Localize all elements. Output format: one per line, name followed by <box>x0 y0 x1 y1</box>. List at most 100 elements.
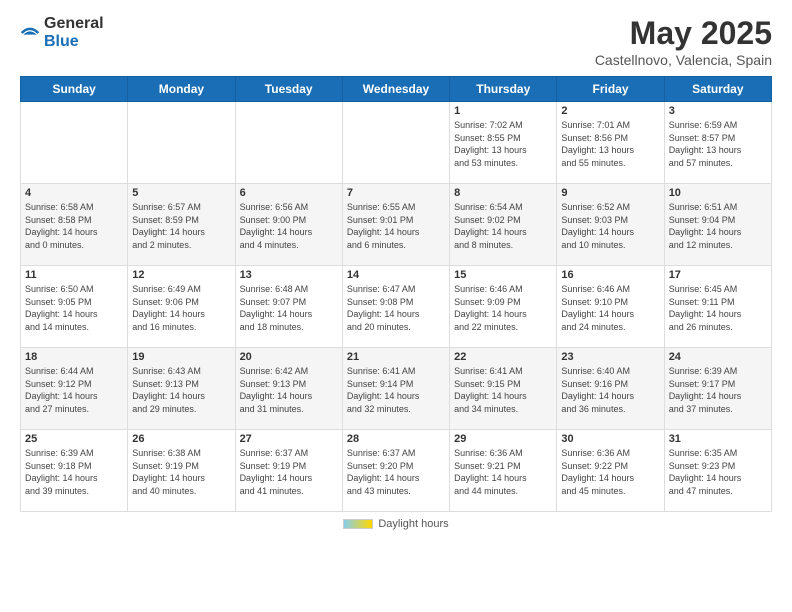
day-info: Sunrise: 6:58 AM Sunset: 8:58 PM Dayligh… <box>25 201 123 251</box>
day-number: 23 <box>561 351 659 363</box>
day-number: 5 <box>132 187 230 199</box>
calendar-week-5: 25 Sunrise: 6:39 AM Sunset: 9:18 PM Dayli… <box>21 430 772 512</box>
calendar-cell: 17 Sunrise: 6:45 AM Sunset: 9:11 PM Dayli… <box>664 266 771 348</box>
day-info: Sunrise: 6:57 AM Sunset: 8:59 PM Dayligh… <box>132 201 230 251</box>
calendar-cell: 2 Sunrise: 7:01 AM Sunset: 8:56 PM Daylig… <box>557 102 664 184</box>
day-number: 25 <box>25 433 123 445</box>
day-info: Sunrise: 6:44 AM Sunset: 9:12 PM Dayligh… <box>25 365 123 415</box>
calendar-cell: 3 Sunrise: 6:59 AM Sunset: 8:57 PM Daylig… <box>664 102 771 184</box>
calendar: SundayMondayTuesdayWednesdayThursdayFrid… <box>20 76 772 512</box>
calendar-cell: 12Sunrise: 6:49 AM Sunset: 9:06 PM Dayli… <box>128 266 235 348</box>
day-number: 27 <box>240 433 338 445</box>
day-number: 4 <box>25 187 123 199</box>
day-number: 14 <box>347 269 445 281</box>
day-number: 31 <box>669 433 767 445</box>
day-number: 19 <box>132 351 230 363</box>
day-number: 3 <box>669 105 767 117</box>
day-number: 1 <box>454 105 552 117</box>
calendar-cell: 27Sunrise: 6:37 AM Sunset: 9:19 PM Dayli… <box>235 430 342 512</box>
day-info: Sunrise: 6:46 AM Sunset: 9:10 PM Dayligh… <box>561 283 659 333</box>
day-info: Sunrise: 6:41 AM Sunset: 9:14 PM Dayligh… <box>347 365 445 415</box>
location: Castellnovo, Valencia, Spain <box>595 52 772 68</box>
calendar-cell: 20Sunrise: 6:42 AM Sunset: 9:13 PM Dayli… <box>235 348 342 430</box>
daylight-label: Daylight hours <box>378 518 448 530</box>
day-info: Sunrise: 6:43 AM Sunset: 9:13 PM Dayligh… <box>132 365 230 415</box>
day-number: 30 <box>561 433 659 445</box>
day-header-friday: Friday <box>557 77 664 102</box>
day-number: 8 <box>454 187 552 199</box>
calendar-header-row: SundayMondayTuesdayWednesdayThursdayFrid… <box>21 77 772 102</box>
day-info: Sunrise: 6:42 AM Sunset: 9:13 PM Dayligh… <box>240 365 338 415</box>
calendar-cell: 25 Sunrise: 6:39 AM Sunset: 9:18 PM Dayli… <box>21 430 128 512</box>
day-info: Sunrise: 6:40 AM Sunset: 9:16 PM Dayligh… <box>561 365 659 415</box>
calendar-cell: 21 Sunrise: 6:41 AM Sunset: 9:14 PM Dayli… <box>342 348 449 430</box>
calendar-cell: 22Sunrise: 6:41 AM Sunset: 9:15 PM Dayli… <box>450 348 557 430</box>
legend-box <box>343 519 373 529</box>
day-info: Sunrise: 7:01 AM Sunset: 8:56 PM Dayligh… <box>561 119 659 169</box>
day-number: 17 <box>669 269 767 281</box>
header: General Blue May 2025 Castellnovo, Valen… <box>20 15 772 68</box>
calendar-cell: 1 Sunrise: 7:02 AM Sunset: 8:55 PM Daylig… <box>450 102 557 184</box>
calendar-week-1: 1 Sunrise: 7:02 AM Sunset: 8:55 PM Daylig… <box>21 102 772 184</box>
day-info: Sunrise: 6:48 AM Sunset: 9:07 PM Dayligh… <box>240 283 338 333</box>
day-header-saturday: Saturday <box>664 77 771 102</box>
day-header-sunday: Sunday <box>21 77 128 102</box>
day-header-monday: Monday <box>128 77 235 102</box>
day-number: 9 <box>561 187 659 199</box>
calendar-cell: 15 Sunrise: 6:46 AM Sunset: 9:09 PM Dayli… <box>450 266 557 348</box>
calendar-week-3: 11Sunrise: 6:50 AM Sunset: 9:05 PM Dayli… <box>21 266 772 348</box>
calendar-cell <box>342 102 449 184</box>
day-info: Sunrise: 7:02 AM Sunset: 8:55 PM Dayligh… <box>454 119 552 169</box>
day-info: Sunrise: 6:37 AM Sunset: 9:20 PM Dayligh… <box>347 447 445 497</box>
day-number: 22 <box>454 351 552 363</box>
calendar-cell: 29Sunrise: 6:36 AM Sunset: 9:21 PM Dayli… <box>450 430 557 512</box>
calendar-cell: 26 Sunrise: 6:38 AM Sunset: 9:19 PM Dayli… <box>128 430 235 512</box>
day-number: 7 <box>347 187 445 199</box>
day-info: Sunrise: 6:39 AM Sunset: 9:18 PM Dayligh… <box>25 447 123 497</box>
calendar-cell: 24Sunrise: 6:39 AM Sunset: 9:17 PM Dayli… <box>664 348 771 430</box>
calendar-cell: 19 Sunrise: 6:43 AM Sunset: 9:13 PM Dayli… <box>128 348 235 430</box>
day-info: Sunrise: 6:35 AM Sunset: 9:23 PM Dayligh… <box>669 447 767 497</box>
day-info: Sunrise: 6:55 AM Sunset: 9:01 PM Dayligh… <box>347 201 445 251</box>
day-info: Sunrise: 6:46 AM Sunset: 9:09 PM Dayligh… <box>454 283 552 333</box>
day-number: 24 <box>669 351 767 363</box>
day-number: 21 <box>347 351 445 363</box>
logo-icon <box>20 23 40 43</box>
day-number: 13 <box>240 269 338 281</box>
calendar-cell: 8 Sunrise: 6:54 AM Sunset: 9:02 PM Daylig… <box>450 184 557 266</box>
calendar-cell: 23 Sunrise: 6:40 AM Sunset: 9:16 PM Dayli… <box>557 348 664 430</box>
calendar-week-2: 4 Sunrise: 6:58 AM Sunset: 8:58 PM Daylig… <box>21 184 772 266</box>
month-title: May 2025 <box>595 15 772 52</box>
calendar-cell <box>128 102 235 184</box>
title-block: May 2025 Castellnovo, Valencia, Spain <box>595 15 772 68</box>
footer: Daylight hours <box>20 518 772 530</box>
calendar-cell: 5 Sunrise: 6:57 AM Sunset: 8:59 PM Daylig… <box>128 184 235 266</box>
day-info: Sunrise: 6:47 AM Sunset: 9:08 PM Dayligh… <box>347 283 445 333</box>
calendar-cell: 10 Sunrise: 6:51 AM Sunset: 9:04 PM Dayli… <box>664 184 771 266</box>
calendar-week-4: 18Sunrise: 6:44 AM Sunset: 9:12 PM Dayli… <box>21 348 772 430</box>
day-header-wednesday: Wednesday <box>342 77 449 102</box>
calendar-cell: 13 Sunrise: 6:48 AM Sunset: 9:07 PM Dayli… <box>235 266 342 348</box>
calendar-cell: 16Sunrise: 6:46 AM Sunset: 9:10 PM Dayli… <box>557 266 664 348</box>
day-info: Sunrise: 6:49 AM Sunset: 9:06 PM Dayligh… <box>132 283 230 333</box>
day-info: Sunrise: 6:54 AM Sunset: 9:02 PM Dayligh… <box>454 201 552 251</box>
calendar-cell: 9 Sunrise: 6:52 AM Sunset: 9:03 PM Daylig… <box>557 184 664 266</box>
day-info: Sunrise: 6:38 AM Sunset: 9:19 PM Dayligh… <box>132 447 230 497</box>
day-number: 10 <box>669 187 767 199</box>
calendar-cell: 28 Sunrise: 6:37 AM Sunset: 9:20 PM Dayli… <box>342 430 449 512</box>
calendar-cell: 6 Sunrise: 6:56 AM Sunset: 9:00 PM Daylig… <box>235 184 342 266</box>
logo: General Blue <box>20 15 104 50</box>
day-number: 6 <box>240 187 338 199</box>
day-info: Sunrise: 6:56 AM Sunset: 9:00 PM Dayligh… <box>240 201 338 251</box>
day-info: Sunrise: 6:45 AM Sunset: 9:11 PM Dayligh… <box>669 283 767 333</box>
day-info: Sunrise: 6:59 AM Sunset: 8:57 PM Dayligh… <box>669 119 767 169</box>
day-info: Sunrise: 6:52 AM Sunset: 9:03 PM Dayligh… <box>561 201 659 251</box>
day-number: 2 <box>561 105 659 117</box>
day-number: 15 <box>454 269 552 281</box>
day-info: Sunrise: 6:51 AM Sunset: 9:04 PM Dayligh… <box>669 201 767 251</box>
day-number: 28 <box>347 433 445 445</box>
calendar-cell: 14 Sunrise: 6:47 AM Sunset: 9:08 PM Dayli… <box>342 266 449 348</box>
day-number: 11 <box>25 269 123 281</box>
day-header-tuesday: Tuesday <box>235 77 342 102</box>
day-number: 26 <box>132 433 230 445</box>
